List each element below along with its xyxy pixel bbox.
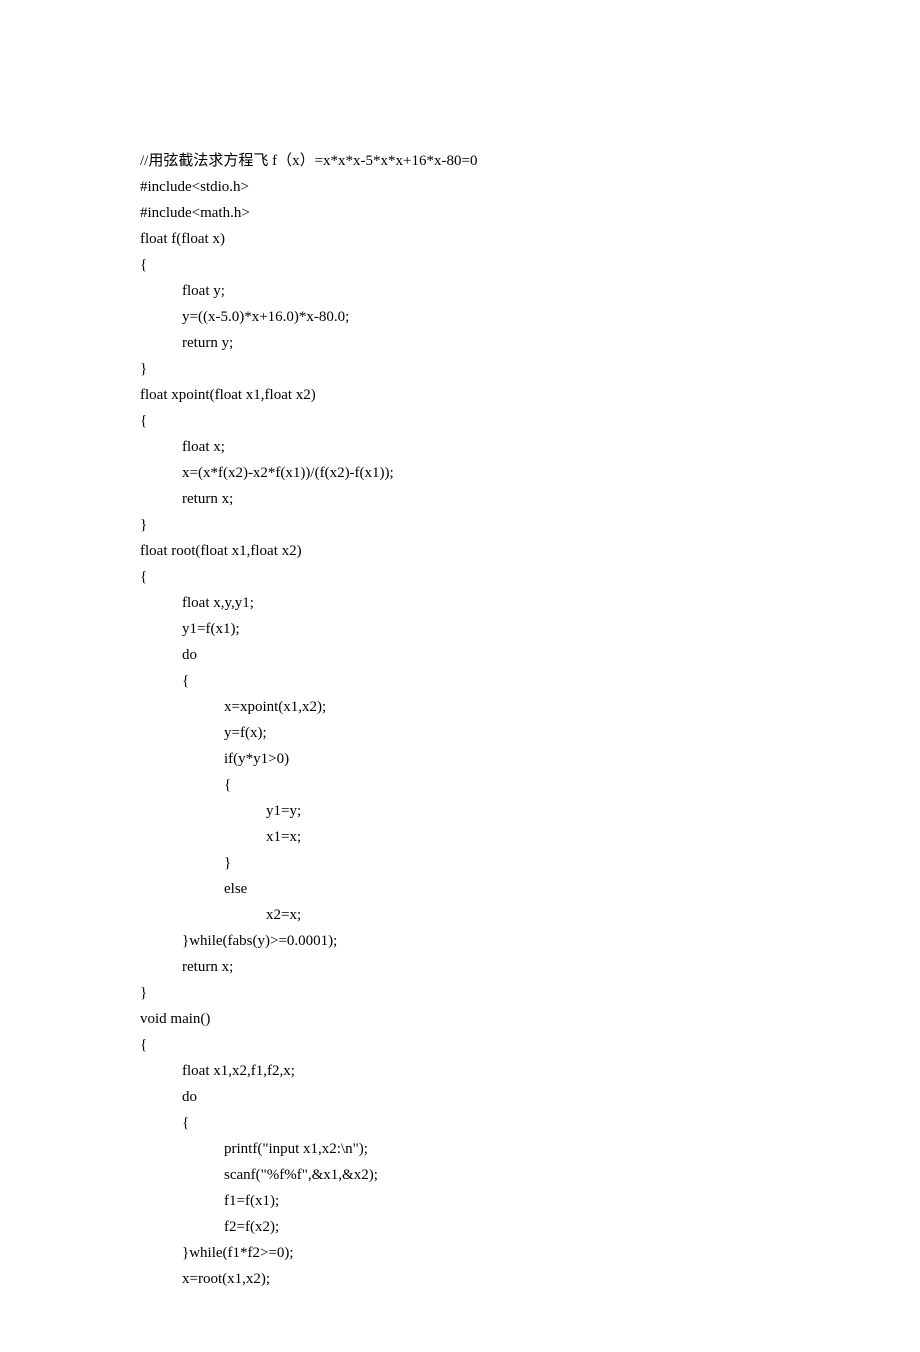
code-line: {: [140, 564, 780, 590]
code-line: //用弦截法求方程飞 f（x）=x*x*x-5*x*x+16*x-80=0: [140, 148, 780, 174]
code-line: y=((x-5.0)*x+16.0)*x-80.0;: [182, 304, 780, 330]
code-line: void main(): [140, 1006, 780, 1032]
code-line: do: [182, 642, 780, 668]
code-line: x2=x;: [266, 902, 780, 928]
code-line: y1=y;: [266, 798, 780, 824]
code-line: f2=f(x2);: [224, 1214, 780, 1240]
code-block: //用弦截法求方程飞 f（x）=x*x*x-5*x*x+16*x-80=0#in…: [140, 122, 780, 1292]
code-line: y=f(x);: [224, 720, 780, 746]
code-line: {: [182, 1110, 780, 1136]
code-line: f1=f(x1);: [224, 1188, 780, 1214]
code-line: float f(float x): [140, 226, 780, 252]
code-line: printf("input x1,x2:\n");: [224, 1136, 780, 1162]
code-line: }: [224, 850, 780, 876]
code-line: float x1,x2,f1,f2,x;: [182, 1058, 780, 1084]
code-line: {: [140, 1032, 780, 1058]
code-line: float y;: [182, 278, 780, 304]
code-line: return x;: [182, 954, 780, 980]
code-line: }: [140, 356, 780, 382]
code-line: float x,y,y1;: [182, 590, 780, 616]
code-line: }while(fabs(y)>=0.0001);: [182, 928, 780, 954]
code-line: float root(float x1,float x2): [140, 538, 780, 564]
code-line: x=root(x1,x2);: [182, 1266, 780, 1292]
code-line: {: [140, 408, 780, 434]
code-line: do: [182, 1084, 780, 1110]
code-line: return y;: [182, 330, 780, 356]
code-line: float x;: [182, 434, 780, 460]
code-line: x1=x;: [266, 824, 780, 850]
code-line: y1=f(x1);: [182, 616, 780, 642]
code-line: return x;: [182, 486, 780, 512]
code-line: {: [182, 668, 780, 694]
code-line: if(y*y1>0): [224, 746, 780, 772]
code-line: #include<stdio.h>: [140, 174, 780, 200]
code-line: }: [140, 512, 780, 538]
code-line: x=xpoint(x1,x2);: [224, 694, 780, 720]
code-line: else: [224, 876, 780, 902]
code-line: }: [140, 980, 780, 1006]
code-line: x=(x*f(x2)-x2*f(x1))/(f(x2)-f(x1));: [182, 460, 780, 486]
code-line: {: [140, 252, 780, 278]
code-line: #include<math.h>: [140, 200, 780, 226]
code-line: scanf("%f%f",&x1,&x2);: [224, 1162, 780, 1188]
code-line: }while(f1*f2>=0);: [182, 1240, 780, 1266]
code-line: {: [224, 772, 780, 798]
code-line: float xpoint(float x1,float x2): [140, 382, 780, 408]
